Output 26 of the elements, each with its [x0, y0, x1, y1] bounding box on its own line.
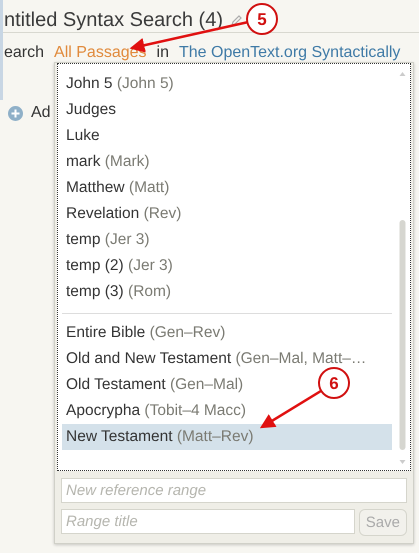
- passage-option[interactable]: Entire Bible (Gen–Rev): [62, 320, 226, 346]
- in-label: in: [156, 43, 169, 63]
- add-icon[interactable]: [8, 106, 23, 120]
- passage-option[interactable]: mark (Mark): [62, 149, 150, 175]
- callout-number: 5: [246, 3, 278, 35]
- add-label[interactable]: Ad: [31, 101, 51, 125]
- passage-option[interactable]: Revelation (Rev): [62, 201, 182, 227]
- passage-option[interactable]: temp (Jer 3): [62, 227, 150, 253]
- search-label: earch: [4, 43, 44, 63]
- database-link[interactable]: The OpenText.org Syntactically: [178, 41, 400, 65]
- passage-option[interactable]: temp (2) (Jer 3): [62, 253, 173, 279]
- passage-option[interactable]: Matthew (Matt): [62, 175, 170, 201]
- callout-arrow: [260, 390, 322, 428]
- passage-option[interactable]: New Testament (Matt–Rev): [62, 424, 392, 450]
- passage-option[interactable]: Judges: [62, 97, 116, 123]
- scrollbar[interactable]: [398, 70, 407, 466]
- passage-option[interactable]: John 5 (John 5): [62, 71, 174, 97]
- pencil-icon[interactable]: [231, 14, 242, 26]
- passage-option[interactable]: Old Testament (Gen–Mal): [62, 372, 244, 398]
- callout-number: 6: [318, 367, 350, 399]
- search-title: ntitled Syntax Search (4): [4, 8, 223, 33]
- reference-range-field[interactable]: New reference range: [61, 478, 407, 503]
- range-title-field[interactable]: Range title: [61, 509, 355, 534]
- passage-option[interactable]: temp (3) (Rom): [62, 279, 172, 305]
- passage-option[interactable]: Luke: [62, 123, 100, 149]
- passage-option[interactable]: Apocrypha (Tobit–4 Macc): [62, 398, 246, 424]
